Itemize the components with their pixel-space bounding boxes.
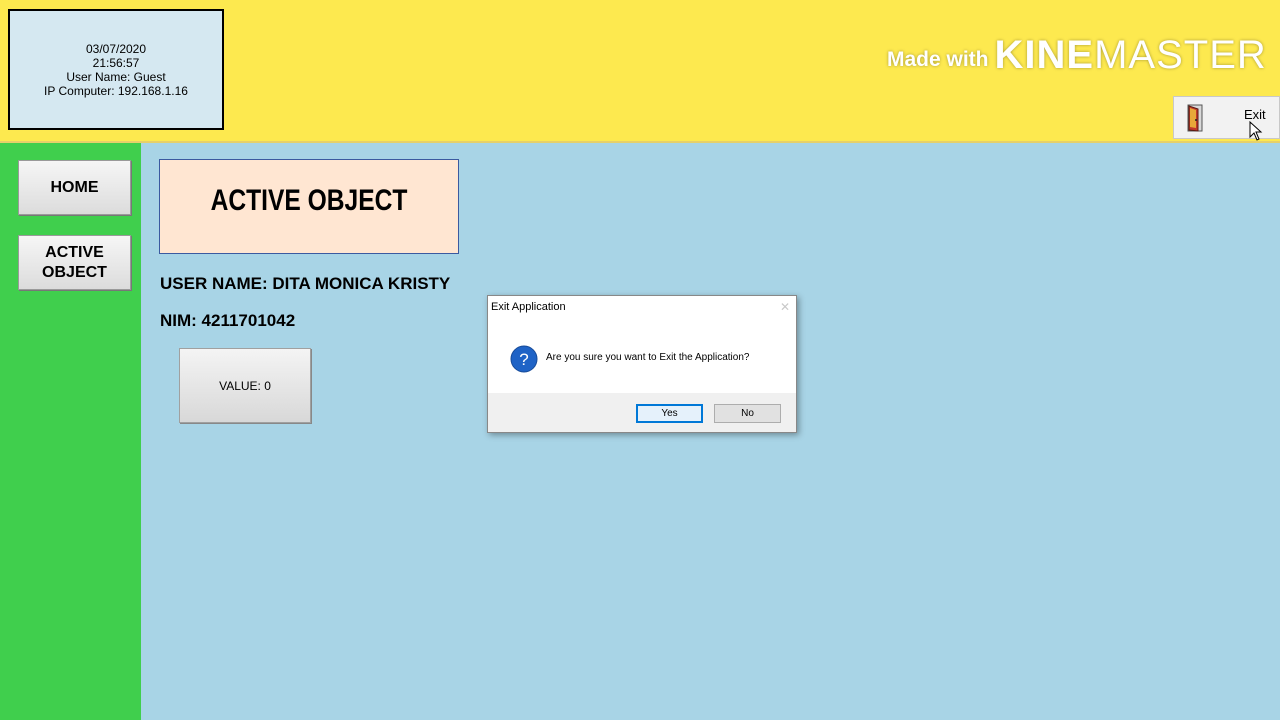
exit-button-label: Exit [1244,107,1266,122]
value-button-label: VALUE: 0 [219,378,271,393]
watermark-kine: KINE [994,33,1095,77]
sidebar [0,143,141,720]
active-object-label-line1: ACTIVE [45,243,104,261]
no-button-label: No [741,408,754,419]
header-divider [0,141,1280,143]
watermark-master: MASTER [1094,33,1267,77]
question-icon: ? [510,345,538,373]
nim-label: NIM: 4211701042 [160,311,296,330]
active-object-label-line2: OBJECT [42,263,107,281]
session-time: 21:56:57 [92,55,140,70]
session-user-name: User Name: Guest [66,69,166,84]
session-ip-computer: IP Computer: 192.168.1.16 [44,83,188,98]
user-name-label: USER NAME: DITA MONICA KRISTY [160,274,451,293]
dialog-message: Are you sure you want to Exit the Applic… [546,352,750,363]
door-exit-icon [1187,104,1203,132]
exit-button[interactable]: Exit [1173,96,1280,139]
page-title: ACTIVE OBJECT [210,183,408,217]
yes-button[interactable]: Yes [636,404,703,423]
session-date: 03/07/2020 [85,41,147,56]
session-info-box: 03/07/2020 21:56:57 User Name: Guest IP … [8,9,224,130]
yes-button-label: Yes [661,408,678,419]
exit-confirm-dialog: Exit Application ✕ ? Are you sure you wa… [487,295,797,433]
value-button[interactable]: VALUE: 0 [179,348,311,423]
mouse-cursor-icon [1249,121,1263,141]
svg-text:?: ? [519,350,528,369]
no-button[interactable]: No [714,404,781,423]
active-object-button[interactable]: ACTIVE OBJECT [18,235,131,290]
home-button-label: HOME [50,178,99,196]
page-title-box: ACTIVE OBJECT [159,159,459,254]
watermark-made-with: Made with [887,48,989,71]
home-button[interactable]: HOME [18,160,131,215]
dialog-title: Exit Application [491,301,566,313]
kinemaster-watermark: Made with KINE MASTER [887,28,1267,78]
dialog-close-icon[interactable]: ✕ [780,300,790,314]
active-object-button-label: ACTIVE OBJECT [42,243,107,283]
